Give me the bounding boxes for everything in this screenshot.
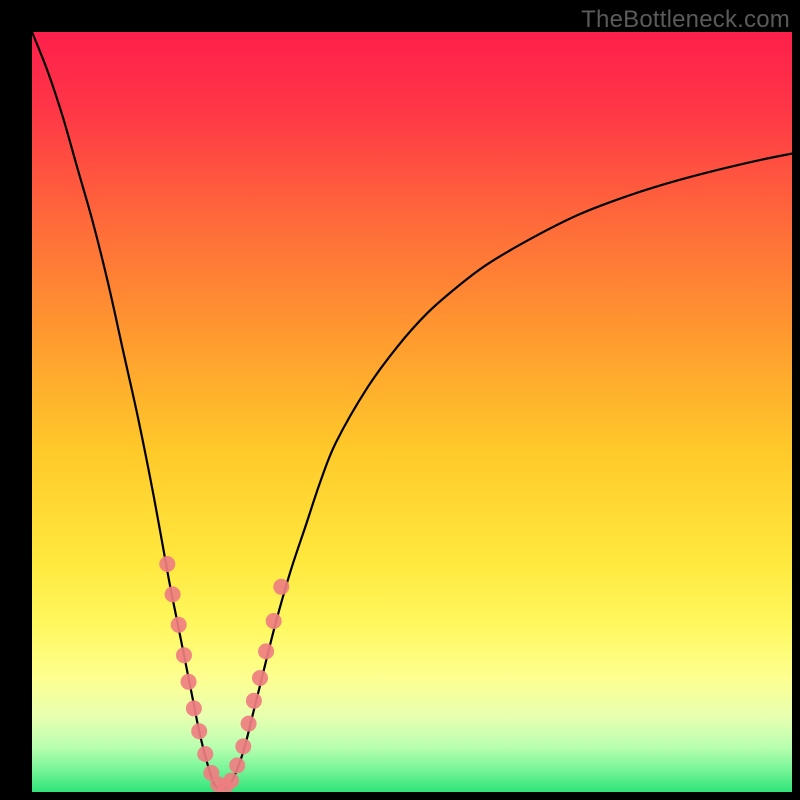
plot-area (32, 32, 792, 792)
watermark-text: TheBottleneck.com (581, 6, 790, 34)
highlight-marker (186, 700, 202, 716)
highlight-markers-group (159, 556, 289, 792)
outer-frame: TheBottleneck.com (0, 0, 800, 800)
highlight-marker (252, 670, 268, 686)
highlight-marker (223, 773, 239, 789)
curve-layer (32, 32, 792, 792)
highlight-marker (159, 556, 175, 572)
highlight-marker (229, 757, 245, 773)
highlight-marker (197, 746, 213, 762)
highlight-marker (235, 738, 251, 754)
bottleneck-curve (32, 32, 792, 788)
highlight-marker (241, 716, 257, 732)
highlight-marker (246, 693, 262, 709)
highlight-marker (171, 617, 187, 633)
highlight-marker (273, 579, 289, 595)
highlight-marker (258, 643, 274, 659)
highlight-marker (191, 723, 207, 739)
highlight-marker (266, 613, 282, 629)
highlight-marker (181, 674, 197, 690)
highlight-marker (176, 647, 192, 663)
highlight-marker (165, 586, 181, 602)
